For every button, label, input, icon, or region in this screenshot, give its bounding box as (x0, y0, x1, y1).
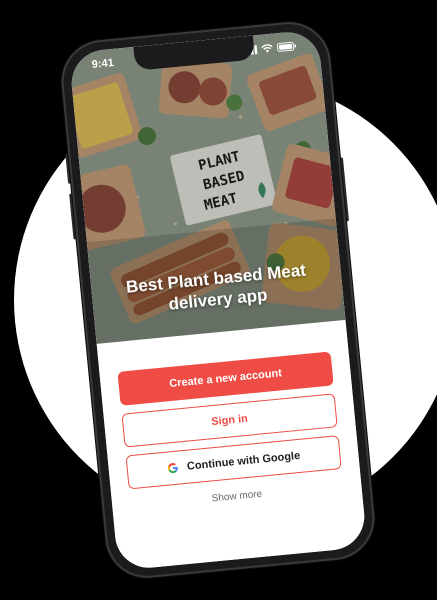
sign-in-label: Sign in (210, 412, 249, 429)
google-g-icon (168, 463, 178, 474)
status-time: 9:41 (91, 56, 115, 71)
wifi-icon (261, 43, 273, 53)
battery-icon (276, 41, 297, 52)
phone-screen: 9:41 PLANT BASED MEAT Best Plant based M… (68, 29, 368, 571)
auth-sheet: Create a new account Sign in Continue wi… (96, 319, 368, 571)
google-label: Continue with Google (186, 449, 301, 473)
create-account-label: Create a new account (168, 367, 283, 391)
phone-mockup: 9:41 PLANT BASED MEAT Best Plant based M… (57, 18, 379, 582)
phone-frame: 9:41 PLANT BASED MEAT Best Plant based M… (57, 18, 379, 582)
